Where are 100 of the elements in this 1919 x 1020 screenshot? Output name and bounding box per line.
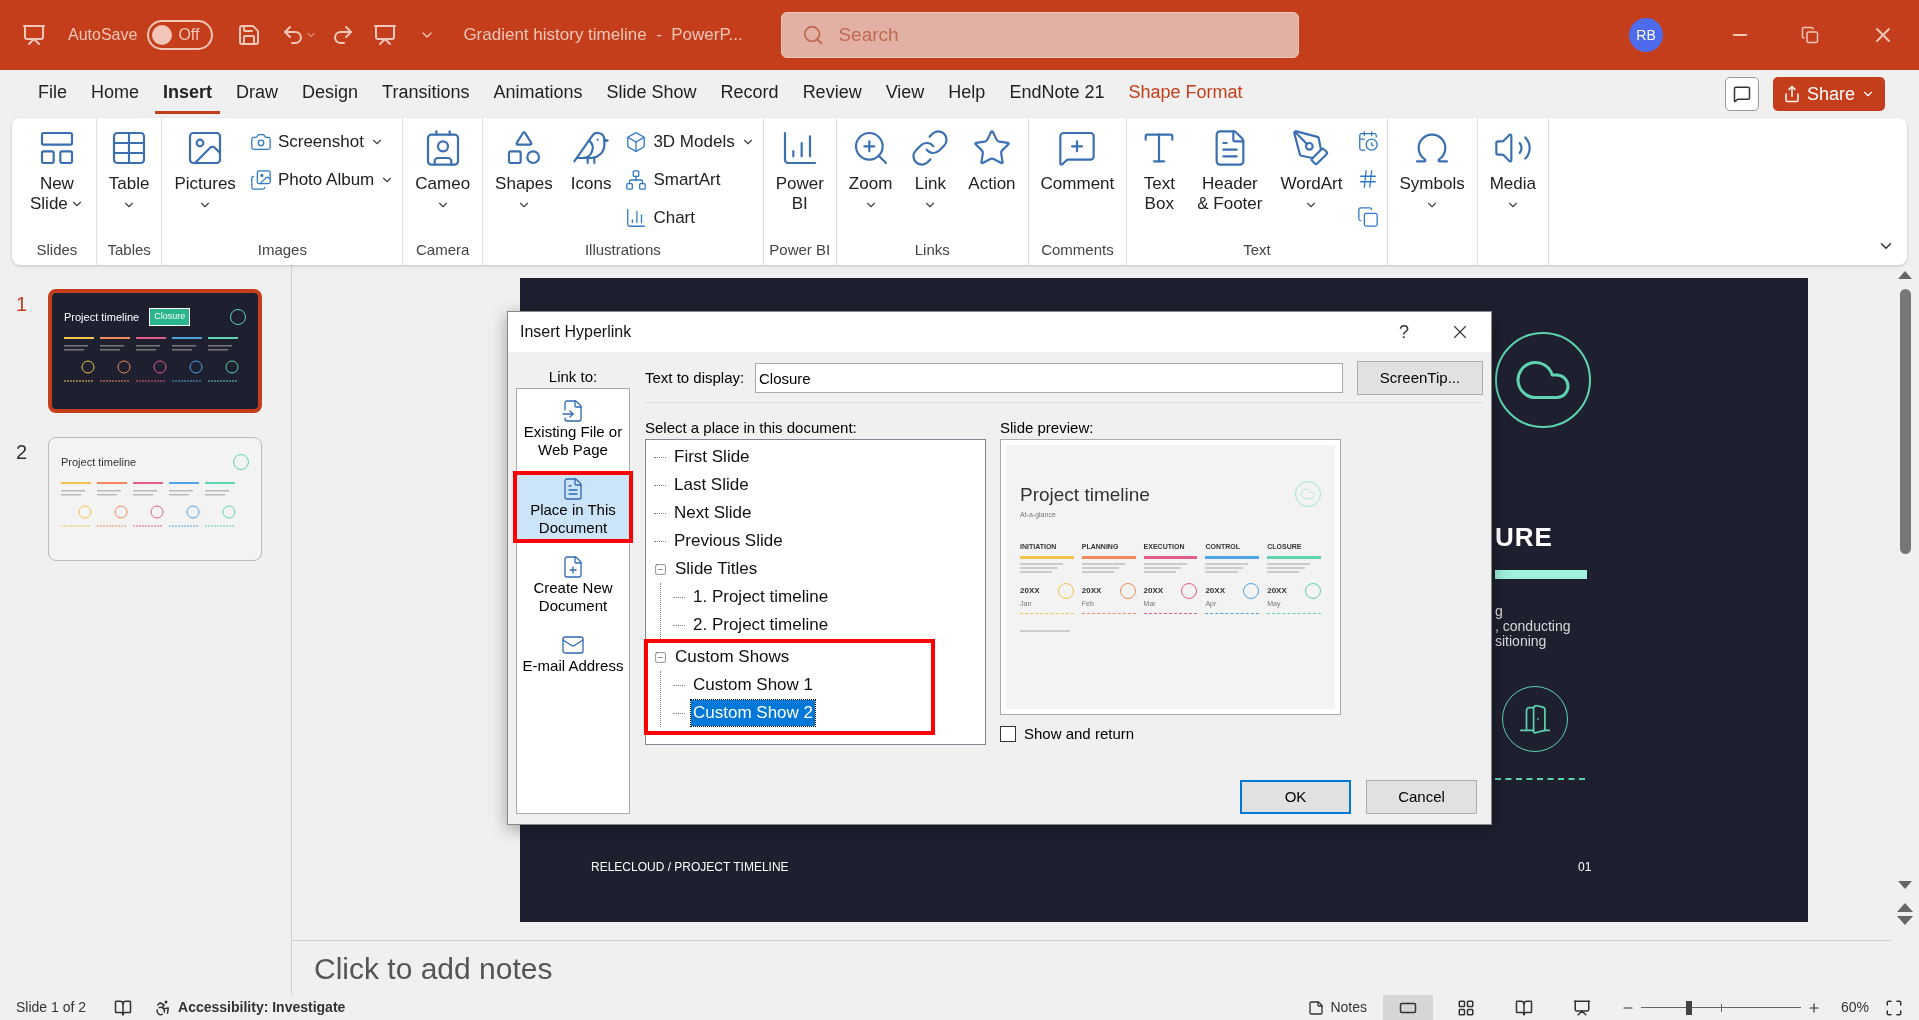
ribbon-button[interactable]: Photo Album	[245, 164, 399, 196]
slide-thumbnail[interactable]: Project timeline	[48, 437, 262, 561]
ribbon-tab[interactable]: Design	[294, 74, 367, 114]
accessibility-button[interactable]: Accessibility: Investigate	[178, 997, 346, 1018]
checkbox-label: Show and return	[1024, 724, 1135, 744]
tree-item[interactable]: Last Slide	[672, 472, 751, 498]
view-button[interactable]	[1382, 995, 1433, 1020]
tree-item[interactable]: 2. Project timeline	[691, 612, 831, 638]
screentip-button[interactable]: ScreenTip...	[1357, 361, 1483, 395]
dialog-button[interactable]: Cancel	[1366, 780, 1477, 814]
ribbon-tab[interactable]: View	[877, 74, 933, 114]
search-field[interactable]: Search	[781, 12, 1300, 58]
ribbon-button[interactable]: Symbols	[1391, 124, 1473, 212]
comments-icon[interactable]	[1724, 77, 1759, 111]
group-label: Text	[1242, 239, 1272, 260]
ribbon-tab[interactable]: Slide Show	[598, 74, 705, 114]
fit-slide-icon[interactable]	[1885, 998, 1903, 1017]
ribbon-button[interactable]: WordArt	[1272, 124, 1351, 212]
preview-title: Project timeline	[1020, 483, 1150, 507]
ribbon-tab[interactable]: Record	[712, 74, 787, 114]
checkbox[interactable]	[1000, 726, 1016, 743]
ribbon-button[interactable]: SmartArt	[621, 164, 759, 196]
ribbon-button[interactable]: Table	[100, 124, 158, 212]
ribbon-button[interactable]: Comment	[1032, 124, 1123, 194]
spelling-icon[interactable]	[114, 998, 133, 1017]
page-number: 01	[1578, 859, 1592, 876]
ribbon-tab[interactable]: EndNote 21	[1001, 74, 1113, 114]
ribbon-tab[interactable]: Shape Format	[1120, 74, 1251, 114]
calendar-clock-icon	[1356, 130, 1379, 152]
notes-button[interactable]: Notes	[1300, 997, 1375, 1018]
ribbon-tab[interactable]: Draw	[228, 74, 287, 114]
tree-item[interactable]: Next Slide	[672, 500, 754, 526]
collapse-icon[interactable]	[654, 650, 667, 664]
ribbon-tab[interactable]: Animations	[485, 74, 591, 114]
mail-icon	[561, 633, 585, 657]
ribbon-button[interactable]: Zoom	[840, 124, 901, 212]
ribbon-tab[interactable]: Insert	[155, 74, 221, 114]
ribbon-button[interactable]: Pictures	[166, 124, 244, 212]
thumbnail-shape: Closure	[149, 308, 191, 326]
document-icon	[561, 477, 585, 501]
restore-icon[interactable]	[1801, 26, 1819, 44]
tree-item[interactable]: Custom Show 2	[691, 700, 815, 726]
slide-text: g	[1495, 602, 1503, 621]
tree-item[interactable]: First Slide	[672, 444, 752, 470]
text-to-display-field[interactable]: Closure	[755, 363, 1343, 393]
user-avatar[interactable]: RB	[1629, 18, 1663, 52]
zoom-in-icon[interactable]	[1806, 1000, 1821, 1015]
present-icon[interactable]	[373, 23, 398, 47]
tree-item[interactable]: Previous Slide	[672, 528, 785, 554]
slide-text: , conducting	[1495, 618, 1571, 635]
ribbon-button[interactable]: Cameo	[407, 124, 479, 212]
collapse-icon[interactable]	[654, 562, 667, 576]
ribbon-button[interactable]: Media	[1481, 124, 1544, 212]
ribbon-tab[interactable]: Transitions	[374, 74, 478, 114]
link-type-button[interactable]: E-mail Address	[517, 627, 629, 681]
ribbon-button[interactable]: Shapes	[487, 124, 561, 212]
link-type-button[interactable]: Place in This Document	[513, 471, 633, 543]
ribbon-button[interactable]: 3D Models	[621, 126, 759, 158]
tree-item[interactable]: Custom Shows	[673, 644, 792, 670]
ribbon-button[interactable]: Chart	[621, 202, 759, 234]
link-icon	[910, 128, 951, 168]
dialog-button[interactable]: OK	[1240, 780, 1351, 814]
ribbon-button[interactable]: Icons	[562, 124, 620, 194]
search-icon	[802, 24, 825, 46]
slide-heading: URE	[1495, 521, 1553, 554]
zoom-slider[interactable]	[1640, 999, 1801, 1016]
ribbon-tab[interactable]: Help	[940, 74, 994, 114]
share-button[interactable]: Share	[1772, 77, 1885, 111]
ribbon-button[interactable]: Screenshot	[245, 126, 399, 158]
ribbon-button[interactable]: Text Box	[1131, 124, 1188, 214]
tree-item[interactable]: Slide Titles	[673, 556, 760, 582]
save-icon[interactable]	[237, 23, 262, 47]
cloud-icon	[1495, 332, 1591, 428]
slide-count: Slide 1 of 2	[16, 998, 87, 1017]
ribbon-button[interactable]: New Slide	[22, 124, 92, 214]
cube-icon	[625, 131, 648, 153]
group-label: Tables	[106, 239, 152, 260]
phase-year: 20XX	[1205, 584, 1225, 597]
ribbon-button[interactable]: Header & Footer	[1189, 124, 1271, 214]
presenter-icon	[1572, 998, 1591, 1017]
field-label: Text to display:	[645, 367, 746, 388]
ribbon-tab[interactable]: File	[30, 74, 75, 114]
object-icon	[1356, 206, 1379, 228]
zoom-thumb[interactable]	[1685, 1000, 1692, 1015]
ribbon-tab[interactable]: Home	[83, 74, 148, 114]
search-input[interactable]: Search	[838, 20, 1279, 50]
ribbon-button[interactable]: Power BI	[767, 124, 832, 214]
group-label: Power BI	[768, 239, 832, 260]
link-type-button[interactable]: Create New Document	[517, 549, 629, 621]
group-label: Images	[256, 239, 308, 260]
ribbon-tab[interactable]: Review	[794, 74, 870, 114]
link-type-button[interactable]: Existing File or Web Page	[517, 393, 629, 465]
notes-field[interactable]: Click to add notes	[292, 940, 1891, 995]
tree-item[interactable]: Custom Show 1	[691, 672, 815, 698]
tree-item[interactable]: 1. Project timeline	[691, 584, 831, 610]
ribbon-button[interactable]: Action	[960, 124, 1024, 194]
slide-thumbnail[interactable]: Project timeline Closure	[48, 289, 262, 413]
ribbon-button[interactable]: Link	[902, 124, 959, 212]
help-button[interactable]: ?	[1399, 318, 1409, 346]
phase-year: 20XX	[1143, 584, 1164, 597]
